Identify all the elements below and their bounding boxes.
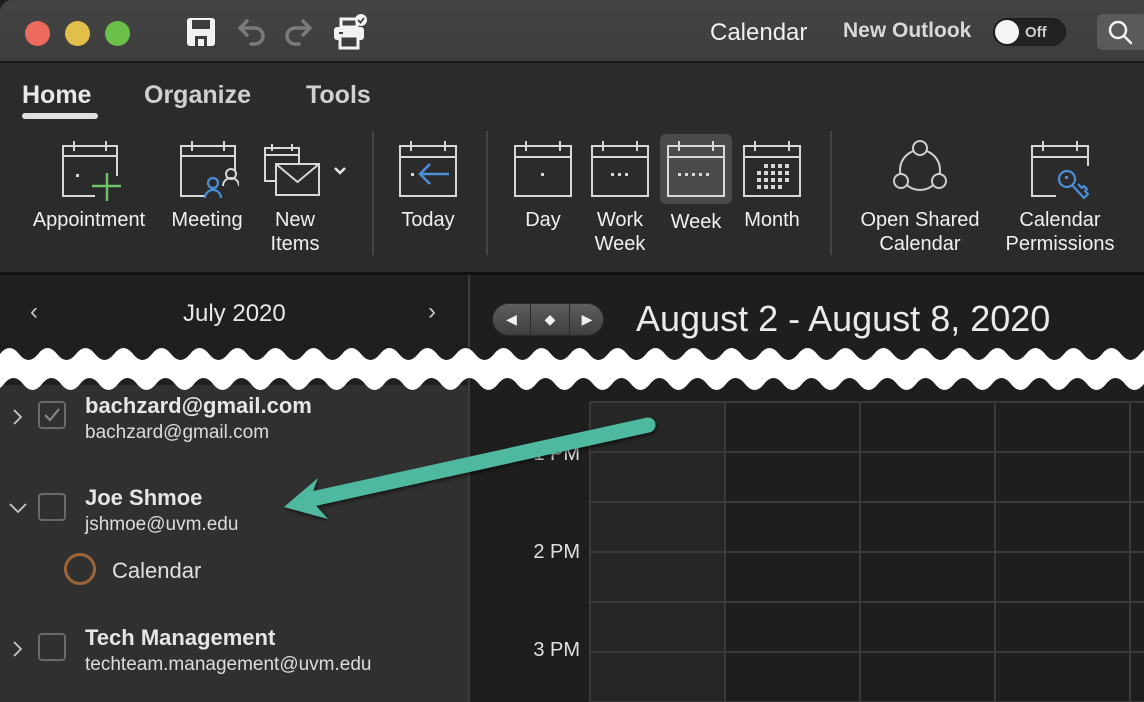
chevron-right-icon[interactable] [8, 407, 28, 427]
calendar-permissions-button[interactable]: Calendar Permissions [996, 138, 1124, 256]
ribbon-separator [372, 131, 374, 255]
open-shared-label-line2: Calendar [879, 233, 961, 255]
today-label: Today [401, 209, 455, 231]
work-week-label-line2: Week [594, 233, 646, 255]
toggle-knob [995, 20, 1019, 44]
month-label: Month [744, 209, 800, 231]
meeting-label: Meeting [171, 209, 243, 231]
save-icon[interactable] [183, 14, 219, 50]
redo-icon[interactable] [281, 14, 317, 50]
search-button[interactable] [1097, 14, 1144, 50]
tab-tools[interactable]: Tools [306, 81, 371, 110]
date-nav-control: ◀ ◆ ▶ [492, 303, 604, 336]
time-label: 2 PM [533, 541, 580, 563]
previous-week-button[interactable]: ◀ [493, 304, 530, 335]
open-shared-calendar-button[interactable]: Open Shared Calendar [852, 138, 988, 256]
next-week-button[interactable]: ▶ [570, 304, 604, 335]
window-title: Calendar [710, 19, 808, 46]
calendar-add-icon [62, 141, 121, 201]
torn-edge-break [0, 348, 1144, 390]
today-button[interactable]: Today [393, 138, 463, 232]
new-outlook-label: New Outlook [843, 19, 972, 42]
title-bar: Calendar New Outlook Off [0, 0, 1144, 63]
tab-organize[interactable]: Organize [144, 81, 251, 110]
undo-icon[interactable] [233, 14, 269, 50]
work-week-label-line1: Work [596, 209, 644, 231]
checkmark-icon [44, 408, 60, 422]
account-name[interactable]: bachzard@gmail.com [85, 393, 312, 419]
grid-line [589, 402, 591, 702]
day-label: Day [525, 209, 561, 231]
calendar-color-circle[interactable] [64, 553, 96, 585]
grid-line [1129, 402, 1131, 702]
grid-line [590, 651, 1144, 653]
account-name[interactable]: Tech Management [85, 625, 275, 651]
account-checkbox[interactable] [38, 633, 66, 661]
active-tab-indicator [22, 113, 98, 119]
toggle-state-label: Off [1025, 24, 1047, 41]
week-view-button[interactable] [660, 134, 732, 204]
account-email: techteam.management@uvm.edu [85, 654, 372, 675]
appointment-label: Appointment [32, 209, 146, 231]
work-week-view-button[interactable]: Work Week [586, 138, 654, 256]
tab-home[interactable]: Home [22, 81, 91, 110]
calendar-back-arrow-icon [399, 141, 457, 197]
day-view-button[interactable]: Day [510, 138, 576, 232]
calendar-item-label[interactable]: Calendar [112, 558, 201, 584]
share-network-icon [893, 140, 947, 191]
meeting-button[interactable]: Meeting [162, 138, 252, 232]
chevron-down-icon [334, 167, 346, 175]
chevron-down-icon[interactable] [8, 498, 28, 518]
week-label: Week [670, 211, 722, 233]
grid-line [590, 501, 1144, 503]
appointment-button[interactable]: Appointment [22, 138, 156, 232]
mini-calendar-month-title: July 2020 [183, 300, 286, 327]
calendar-workweek-icon [591, 141, 649, 197]
account-email: jshmoe@uvm.edu [85, 514, 239, 535]
calendar-mail-icon [264, 144, 346, 196]
grid-line [724, 402, 726, 702]
go-to-today-button[interactable]: ◆ [531, 304, 569, 335]
mini-calendar-next-button[interactable]: › [428, 298, 436, 326]
close-window-button[interactable] [25, 21, 50, 46]
month-view-button[interactable]: Month [738, 138, 806, 232]
grid-line [590, 601, 1144, 603]
new-items-label-line2: Items [270, 233, 320, 255]
new-items-label-line1: New [274, 209, 315, 231]
zoom-window-button[interactable] [105, 21, 130, 46]
account-checkbox-checked[interactable] [38, 401, 66, 429]
calendar-key-icon [1031, 141, 1092, 202]
minimize-window-button[interactable] [65, 21, 90, 46]
ribbon-separator [830, 131, 832, 255]
account-email: bachzard@gmail.com [85, 422, 270, 443]
grid-line [590, 401, 1144, 403]
grid-line [590, 451, 1144, 453]
account-checkbox[interactable] [38, 493, 66, 521]
permissions-label-line2: Permissions [1005, 233, 1115, 255]
account-name[interactable]: Joe Shmoe [85, 485, 202, 511]
open-shared-label-line1: Open Shared [860, 209, 980, 231]
calendar-month-icon [743, 141, 801, 197]
chevron-right-icon[interactable] [8, 639, 28, 659]
calendar-week-icon [667, 141, 725, 197]
time-label: 1 PM [533, 443, 580, 465]
new-items-button[interactable]: New Items [258, 138, 348, 256]
grid-line [994, 402, 996, 702]
calendar-people-icon [180, 141, 239, 202]
time-label: 3 PM [533, 639, 580, 661]
search-icon [1108, 20, 1133, 45]
grid-line [590, 551, 1144, 553]
ribbon-separator [486, 131, 488, 255]
ribbon: Home Organize Tools Appointment Meeting … [0, 63, 1144, 272]
permissions-label-line1: Calendar [1019, 209, 1101, 231]
grid-line [859, 402, 861, 702]
date-range-title: August 2 - August 8, 2020 [636, 298, 1051, 339]
new-outlook-toggle[interactable]: Off [993, 18, 1066, 46]
calendar-day-icon [514, 141, 572, 197]
mini-calendar-prev-button[interactable]: ‹ [30, 298, 38, 326]
print-icon[interactable] [332, 14, 368, 50]
